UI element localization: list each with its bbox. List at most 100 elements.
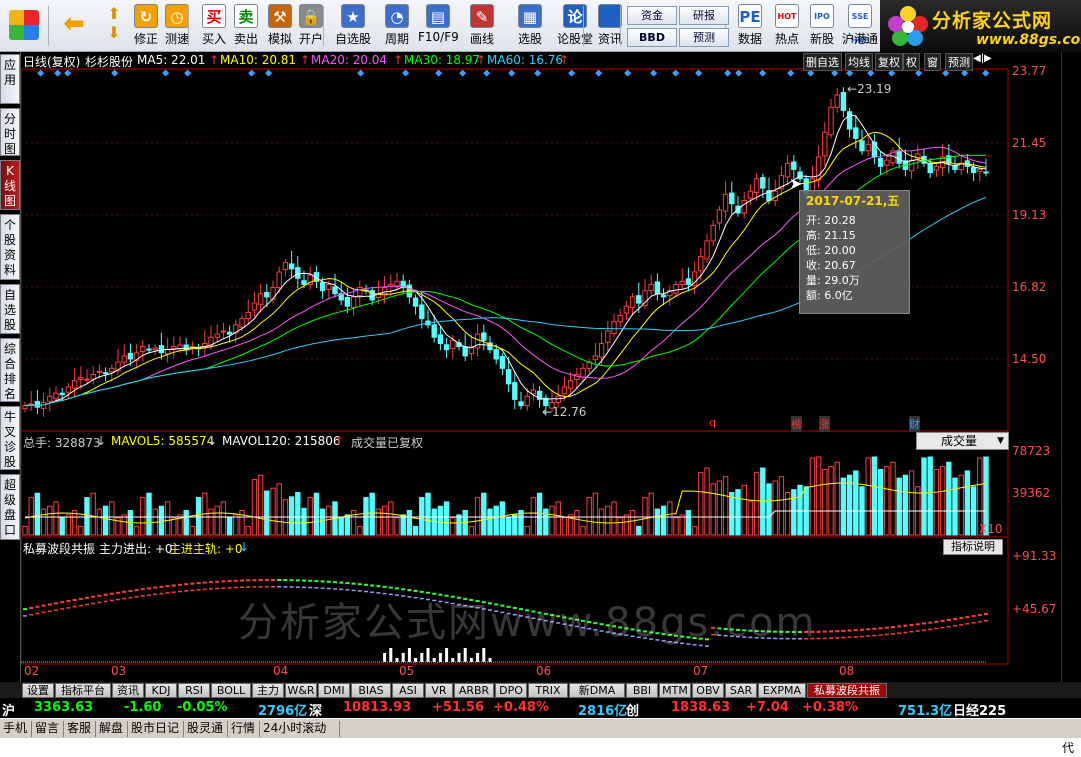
indicator-tab-5[interactable]: BOLL <box>211 683 251 698</box>
status-item-1[interactable]: 留言 <box>32 721 64 737</box>
toolbar-screen-button[interactable]: ▦ 选股 <box>513 2 547 50</box>
indicator-tab-1[interactable]: 指标平台 <box>55 683 111 698</box>
sidebar-tab-6[interactable]: 牛叉诊股 <box>0 406 20 470</box>
indicator-tab-6[interactable]: 主力 <box>252 683 284 698</box>
indicator-track-dot <box>959 624 964 626</box>
indicator-tab-21[interactable]: 私募波段共振 <box>807 683 887 698</box>
volume-indicator-select[interactable]: 成交量 ▼ <box>916 432 1009 450</box>
volume-bar <box>946 461 952 536</box>
toolbar-star-button[interactable]: ★ 自选股 <box>331 2 375 50</box>
indicator-signal-bar <box>407 648 411 662</box>
back-button[interactable]: ⬅ <box>56 2 92 50</box>
event-mark-0[interactable]: q <box>709 416 716 429</box>
chart-header-button-2[interactable]: 复权 <box>875 53 903 71</box>
toolbar-ipo-button[interactable]: IPO 新股 <box>807 2 837 50</box>
indicator-tab-12[interactable]: ARBR <box>454 683 494 698</box>
toolbar-sell-button[interactable]: 卖卖出 <box>231 2 261 50</box>
indicator-tab-17[interactable]: MTM <box>659 683 691 698</box>
toolbar-hk-button[interactable]: SSE HKE 沪港通 <box>842 2 878 50</box>
toolbar-buy-button[interactable]: 买买入 <box>199 2 229 50</box>
event-mark-3[interactable]: 财 <box>909 416 920 432</box>
indicator-dot <box>78 597 83 600</box>
indicator-track-dot <box>847 636 852 639</box>
chart-header-button-5[interactable]: 预测 <box>945 53 973 71</box>
month-label: 05 <box>399 664 415 678</box>
sidebar-tab-5[interactable]: 综合排名 <box>0 338 20 402</box>
indicator-track-dot <box>915 630 920 632</box>
indicator-signal-bar <box>426 648 430 662</box>
kline-chart-area[interactable]: 日线(复权) 杉杉股份 MA5: 22.01 ↑ MA10: 20.81 ↑ M… <box>20 52 1009 692</box>
indicator-dot <box>953 618 957 621</box>
status-item-7[interactable]: 24小时滚动 <box>260 721 340 737</box>
indicator-tab-20[interactable]: EXPMA <box>758 683 806 698</box>
status-item-4[interactable]: 股市日记 <box>128 721 184 737</box>
status-item-2[interactable]: 客服 <box>64 721 96 737</box>
indicator-tab-19[interactable]: SAR <box>725 683 757 698</box>
volume-bar <box>450 517 456 536</box>
indicator-dot <box>915 623 920 626</box>
home-button[interactable] <box>4 2 44 50</box>
sidebar-tab-1[interactable]: 分时图 <box>0 108 20 156</box>
right-info-panel[interactable] <box>1061 52 1081 692</box>
indicator-tab-11[interactable]: VR <box>425 683 453 698</box>
indicator-tab-3[interactable]: KDJ <box>145 683 177 698</box>
event-mark-2[interactable]: 涨 <box>819 416 830 432</box>
arrow-up-icon[interactable]: ⬆ <box>100 4 128 23</box>
toolbar-forum-button[interactable]: 论论股堂 <box>555 2 595 50</box>
toolbar-f10-button[interactable]: ▤ F10/F9 <box>418 2 459 50</box>
candle-body <box>493 349 499 360</box>
indicator-tab-10[interactable]: ASI <box>392 683 424 698</box>
candle-body <box>710 224 716 242</box>
indicator-tab-13[interactable]: DPO <box>495 683 527 698</box>
indicator-signal-bar <box>469 658 473 662</box>
chart-header-button-3[interactable]: 权 <box>903 53 920 71</box>
forecast-button[interactable]: 预测 <box>679 28 729 47</box>
indicator-tab-9[interactable]: BIAS <box>351 683 391 698</box>
indicator-tab-2[interactable]: 资讯 <box>112 683 144 698</box>
indicator-tab-4[interactable]: RSI <box>178 683 210 698</box>
indicator-tab-7[interactable]: W&R <box>285 683 317 698</box>
volume-bar <box>890 461 896 536</box>
chart-header-button-0[interactable]: 删自选 <box>803 53 842 71</box>
indicator-tab-14[interactable]: TRIX <box>528 683 568 698</box>
arrow-down-icon[interactable]: ⬇ <box>100 23 128 42</box>
indicator-track-dot <box>866 635 871 637</box>
sidebar-tab-2[interactable]: K线图 <box>0 160 20 210</box>
indicator-tab-18[interactable]: OBV <box>692 683 724 698</box>
indicator-tab-0[interactable]: 设置 <box>22 683 54 698</box>
chart-header-button-4[interactable]: 窗 <box>924 53 941 71</box>
status-item-6[interactable]: 行情 <box>228 721 260 737</box>
bbd-button[interactable]: BBD <box>627 28 677 47</box>
indicator-track-dot <box>934 627 939 630</box>
candle-body <box>59 392 65 396</box>
toolbar-hammer-button[interactable]: ⚒ 模拟 <box>265 2 295 50</box>
sidebar-tab-7[interactable]: 超级盘口 <box>0 474 20 540</box>
chart-header-button-1[interactable]: 均线 <box>845 53 873 71</box>
clock-icon: ◷ <box>165 4 189 28</box>
research-button[interactable]: 研报 <box>679 6 729 25</box>
toolbar-hot-button[interactable]: HOT 热点 <box>770 2 804 50</box>
toolbar-lock-button[interactable]: 🔒 开户 <box>296 2 326 50</box>
toolbar-refresh-button[interactable]: ↻ 修正 <box>132 2 160 50</box>
volume-bar <box>623 514 630 536</box>
candle-body <box>481 332 487 341</box>
sidebar-tab-4[interactable]: 自选股 <box>0 284 20 334</box>
status-item-0[interactable]: 手机 <box>0 721 32 737</box>
indicator-help-button[interactable]: 指标说明 <box>943 539 1003 555</box>
sidebar-tab-3[interactable]: 个股资料 <box>0 214 20 280</box>
volume-bar <box>964 470 971 536</box>
sidebar-tab-0[interactable]: 应用 <box>0 54 20 104</box>
sh-value: 3363.63 <box>34 700 94 715</box>
toolbar-button-label: 沪港通 <box>842 32 879 46</box>
fund-button[interactable]: 资金 <box>627 6 677 25</box>
status-item-3[interactable]: 解盘 <box>96 721 128 737</box>
toolbar-data-button[interactable]: PE 数据 <box>733 2 767 50</box>
event-mark-1[interactable]: 榜 <box>791 416 802 432</box>
toolbar-cycle-button[interactable]: ◔ 周期 <box>381 2 413 50</box>
indicator-tab-15[interactable]: 新DMA <box>569 683 625 698</box>
indicator-tab-16[interactable]: BBI <box>626 683 658 698</box>
status-item-5[interactable]: 股灵通 <box>184 721 228 737</box>
chart-nav-arrows-icon[interactable]: ◀|▶ <box>973 53 992 64</box>
indicator-tab-8[interactable]: DMI <box>318 683 350 698</box>
toolbar-pencil-button[interactable]: ✎ 画线 <box>465 2 499 50</box>
